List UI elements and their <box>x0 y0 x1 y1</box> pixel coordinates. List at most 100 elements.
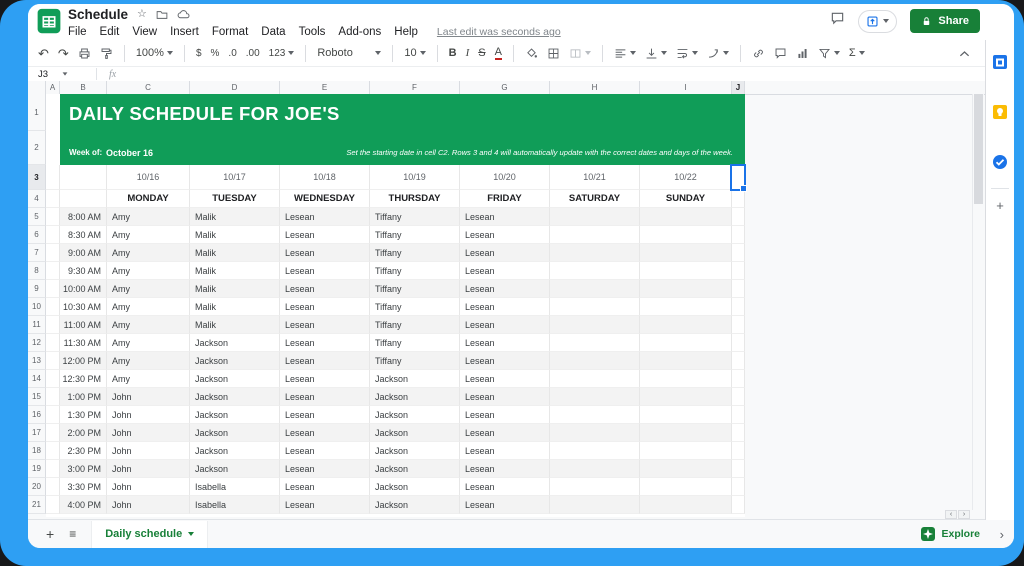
cell[interactable]: Malik <box>190 226 280 244</box>
row-header-19[interactable]: 19 <box>28 460 46 478</box>
menu-add-ons[interactable]: Add-ons <box>338 26 381 38</box>
cell[interactable]: 4:00 PM <box>60 496 107 514</box>
cell[interactable]: Jackson <box>190 424 280 442</box>
cell[interactable] <box>46 442 60 460</box>
cell[interactable]: Jackson <box>370 442 460 460</box>
cell[interactable] <box>640 424 732 442</box>
cell[interactable]: SUNDAY <box>640 190 732 208</box>
cell[interactable] <box>640 352 732 370</box>
cell[interactable] <box>550 478 640 496</box>
cell[interactable] <box>550 496 640 514</box>
vertical-scrollbar-thumb[interactable] <box>974 94 983 204</box>
cell[interactable] <box>550 280 640 298</box>
comment-history-icon[interactable] <box>830 11 845 31</box>
cell[interactable]: Amy <box>107 262 190 280</box>
cell[interactable]: Jackson <box>190 460 280 478</box>
cell[interactable]: Tiffany <box>370 334 460 352</box>
cell[interactable]: Amy <box>107 316 190 334</box>
decrease-decimals-button[interactable]: .0 <box>228 48 236 59</box>
cell[interactable]: Malik <box>190 244 280 262</box>
cloud-status-icon[interactable] <box>177 8 190 21</box>
cell[interactable] <box>46 208 60 226</box>
menu-view[interactable]: View <box>132 26 157 38</box>
cell[interactable] <box>46 244 60 262</box>
print-button[interactable] <box>78 47 91 60</box>
font-select[interactable]: Roboto <box>317 47 381 59</box>
cell[interactable] <box>640 478 732 496</box>
cell[interactable] <box>46 316 60 334</box>
row-header-11[interactable]: 11 <box>28 316 46 334</box>
cell[interactable] <box>640 316 732 334</box>
filter-button[interactable] <box>818 47 840 60</box>
cell[interactable] <box>732 442 745 460</box>
cell[interactable]: Jackson <box>370 460 460 478</box>
menu-edit[interactable]: Edit <box>100 26 120 38</box>
cell[interactable]: Lesean <box>460 280 550 298</box>
doc-title[interactable]: Schedule <box>68 7 128 22</box>
cell[interactable]: Lesean <box>280 424 370 442</box>
cell[interactable]: Lesean <box>280 334 370 352</box>
explore-button[interactable]: Explore <box>921 527 980 541</box>
cell[interactable] <box>550 442 640 460</box>
row-header-13[interactable]: 13 <box>28 352 46 370</box>
hide-panel-icon[interactable]: › <box>1000 527 1004 542</box>
cell[interactable]: Amy <box>107 370 190 388</box>
cell[interactable]: Lesean <box>280 352 370 370</box>
row-header-7[interactable]: 7 <box>28 244 46 262</box>
cell[interactable] <box>732 460 745 478</box>
column-header-C[interactable]: C <box>107 81 190 94</box>
cell[interactable] <box>550 298 640 316</box>
column-header-A[interactable]: A <box>46 81 60 94</box>
row-header-15[interactable]: 15 <box>28 388 46 406</box>
cell[interactable]: John <box>107 388 190 406</box>
row-header-5[interactable]: 5 <box>28 208 46 226</box>
cell[interactable]: John <box>107 442 190 460</box>
row-header-12[interactable]: 12 <box>28 334 46 352</box>
cell[interactable]: Amy <box>107 352 190 370</box>
star-icon[interactable]: ☆ <box>137 9 147 20</box>
cell[interactable]: Jackson <box>190 334 280 352</box>
increase-decimals-button[interactable]: .00 <box>246 48 260 59</box>
cell[interactable]: Amy <box>107 280 190 298</box>
cell[interactable]: FRIDAY <box>460 190 550 208</box>
cell[interactable] <box>550 226 640 244</box>
row-header-18[interactable]: 18 <box>28 442 46 460</box>
row-header-3[interactable]: 3 <box>28 165 46 190</box>
sheet-tab-menu-icon[interactable] <box>188 532 194 536</box>
cell[interactable] <box>732 226 745 244</box>
cell[interactable] <box>550 244 640 262</box>
cell[interactable] <box>46 334 60 352</box>
insert-link-button[interactable] <box>752 47 765 60</box>
cell[interactable] <box>46 496 60 514</box>
cell[interactable]: 9:00 AM <box>60 244 107 262</box>
row-header-1[interactable]: 1 <box>28 94 46 131</box>
cell[interactable]: Lesean <box>280 370 370 388</box>
cell[interactable]: Malik <box>190 298 280 316</box>
formula-input[interactable] <box>116 67 986 81</box>
cell[interactable] <box>46 352 60 370</box>
cell[interactable]: Lesean <box>460 208 550 226</box>
cell[interactable]: 10/19 <box>370 165 460 190</box>
cell[interactable] <box>732 406 745 424</box>
menu-insert[interactable]: Insert <box>170 26 199 38</box>
italic-button[interactable]: I <box>466 47 470 59</box>
cell[interactable]: John <box>107 496 190 514</box>
cell[interactable] <box>60 165 107 190</box>
row-header-21[interactable]: 21 <box>28 496 46 514</box>
cell[interactable] <box>732 388 745 406</box>
column-header-I[interactable]: I <box>640 81 732 94</box>
cell[interactable] <box>46 424 60 442</box>
scroll-left-icon[interactable]: ‹ <box>945 510 957 519</box>
insert-comment-button[interactable] <box>774 47 787 60</box>
cell[interactable]: John <box>107 478 190 496</box>
functions-button[interactable]: Σ <box>849 47 865 59</box>
fill-handle[interactable] <box>740 185 747 192</box>
cell[interactable]: Lesean <box>460 424 550 442</box>
cell[interactable]: Jackson <box>190 352 280 370</box>
cell[interactable]: Jackson <box>370 424 460 442</box>
cell[interactable]: 10/20 <box>460 165 550 190</box>
google-sheets-logo-icon[interactable] <box>36 8 62 34</box>
cell[interactable] <box>640 262 732 280</box>
cell[interactable]: Lesean <box>280 316 370 334</box>
cell[interactable]: Lesean <box>280 226 370 244</box>
